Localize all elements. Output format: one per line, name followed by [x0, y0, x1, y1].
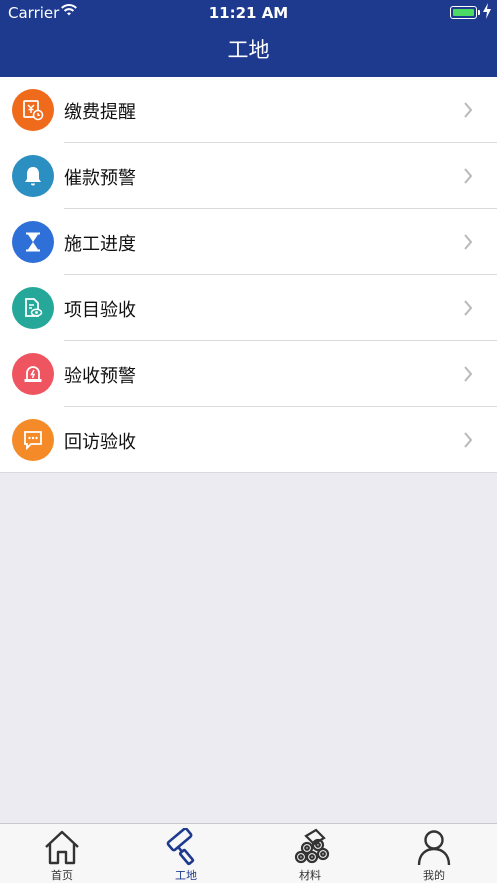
person-icon	[414, 828, 454, 866]
chevron-right-icon	[463, 299, 473, 321]
menu-list: 缴费提醒 催款预警 施工进度 项目验收 验收预警 回访验收	[0, 77, 497, 473]
battery-icon	[450, 6, 477, 19]
tab-label: 工地	[175, 869, 197, 882]
tab-profile[interactable]: 我的	[372, 824, 496, 883]
menu-item-acceptance-warning[interactable]: 验收预警	[0, 341, 497, 407]
menu-item-collection-warning[interactable]: 催款预警	[0, 143, 497, 209]
nav-header: Carrier 11:21 AM 工地	[0, 0, 497, 77]
tab-home[interactable]: 首页	[0, 824, 124, 883]
menu-item-project-acceptance[interactable]: 项目验收	[0, 275, 497, 341]
bell-icon	[12, 155, 54, 197]
menu-item-label: 回访验收	[64, 432, 136, 453]
menu-item-construction-progress[interactable]: 施工进度	[0, 209, 497, 275]
chevron-right-icon	[463, 365, 473, 387]
menu-item-return-visit[interactable]: 回访验收	[0, 407, 497, 473]
tab-bar: 首页 工地 材料 我的	[0, 823, 497, 883]
alarm-light-icon	[12, 353, 54, 395]
materials-pipes-icon	[290, 828, 330, 866]
tab-label: 我的	[423, 869, 445, 882]
tab-label: 首页	[51, 869, 73, 882]
menu-item-label: 项目验收	[64, 300, 136, 321]
menu-item-label: 催款预警	[64, 168, 136, 189]
chevron-right-icon	[463, 101, 473, 123]
payment-reminder-icon	[12, 89, 54, 131]
tab-label: 材料	[299, 869, 321, 882]
chevron-right-icon	[463, 167, 473, 189]
chat-bubble-icon	[12, 419, 54, 461]
menu-item-label: 施工进度	[64, 234, 136, 255]
construction-roller-icon	[166, 827, 206, 866]
chevron-right-icon	[463, 431, 473, 453]
tab-construction-site[interactable]: 工地	[124, 824, 248, 883]
menu-item-payment-reminder[interactable]: 缴费提醒	[0, 77, 497, 143]
tab-materials[interactable]: 材料	[248, 824, 372, 883]
chevron-right-icon	[463, 233, 473, 255]
menu-item-label: 验收预警	[64, 366, 136, 387]
status-bar: Carrier 11:21 AM	[0, 0, 497, 26]
document-view-icon	[12, 287, 54, 329]
menu-item-label: 缴费提醒	[64, 102, 136, 123]
hourglass-icon	[12, 221, 54, 263]
home-icon	[42, 828, 82, 866]
page-title: 工地	[227, 38, 270, 62]
status-time: 11:21 AM	[208, 4, 289, 22]
charging-icon	[483, 3, 491, 23]
